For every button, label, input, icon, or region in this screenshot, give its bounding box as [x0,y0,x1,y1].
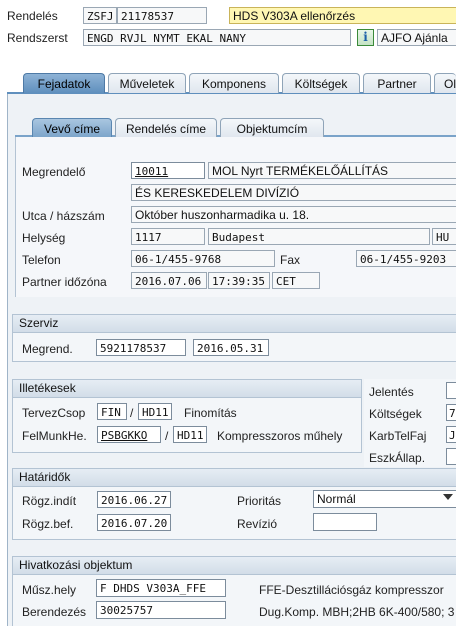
work-center-plant-input[interactable]: HD11 [173,426,207,443]
tervez-slash: / [130,406,134,420]
street-label: Utca / házszám [22,209,105,223]
tz-date-field[interactable]: 2016.07.06 [131,272,207,289]
functional-location-input[interactable]: F DHDS V303A_FFE [96,579,226,597]
hataridok-title: Határidők [13,469,456,487]
order-description-input[interactable]: HDS V303A ellenőrzés [229,7,456,24]
functional-location-desc: FFE-Desztillációsgáz kompresszor [259,583,444,597]
eszkallap-label: EszkÁllap. [369,451,426,465]
sales-order-input[interactable]: 5921178537 [96,339,186,356]
work-center-input[interactable]: PSBGKKO [97,426,161,443]
priority-dropdown[interactable]: Normál [313,490,456,508]
tab-fejadatok[interactable]: Fejadatok [23,73,105,93]
revizio-label: Revízió [237,517,278,531]
tz-zone-field[interactable]: CET [272,272,320,289]
berendezes-label: Berendezés [22,605,87,619]
rendeles-label: Rendelés [7,9,58,23]
country-field[interactable]: HU [432,228,456,245]
tab-partner[interactable]: Partner [363,73,431,93]
eszkallap-input[interactable] [446,448,456,465]
megrend-label: Megrend. [22,342,73,356]
info-icon[interactable]: i [357,29,374,46]
jelentes-label: Jelentés [369,385,414,399]
city-field[interactable]: Budapest [208,228,430,245]
fax-field[interactable]: 06-1/455-9203 [356,250,456,267]
koltsegek-input[interactable]: 7 [446,404,456,421]
street-field[interactable]: Október huszonharmadika u. 18. [131,206,456,223]
illetekesek-title: Illetékesek [13,380,361,398]
rogz-bef-label: Rögz.bef. [22,517,74,531]
sales-order-date-input[interactable]: 2016.05.31 [193,339,269,356]
karbtelfaj-input[interactable]: J [446,426,456,443]
prioritas-label: Prioritás [237,494,282,508]
koltsegek-label: Költségek [369,407,422,421]
muszhely-label: Műsz.hely [22,583,77,597]
tab-overflow[interactable]: Ol [434,73,456,93]
tab-muveletek[interactable]: Műveletek [108,73,186,93]
jelentes-input[interactable] [446,382,456,399]
phone-field[interactable]: 06-1/455-9768 [131,250,275,267]
customer-name2-field[interactable]: ÉS KERESKEDELEM DIVÍZIÓ [131,184,456,201]
start-date-input[interactable]: 2016.06.27 [97,491,171,508]
city-label: Helység [22,231,66,245]
order-number-field[interactable]: 21178537 [117,7,207,24]
user-status-field[interactable]: AJFO Ajánla [377,29,456,46]
tervezcsop-label: TervezCsop [22,406,86,420]
equipment-desc: Dug.Komp. MBH;2HB 6K-400/580; 3 [259,605,455,619]
felmunkhe-label: FelMunkHe. [22,429,87,443]
subtab-objektumcim[interactable]: Objektumcím [220,118,324,138]
postal-code-field[interactable]: 1117 [131,228,205,245]
customer-id-input[interactable]: 10011 [131,162,205,179]
tab-koltsegek[interactable]: Költségek [282,73,360,93]
work-center-desc: Kompresszoros műhely [217,429,343,443]
chevron-down-icon[interactable] [443,494,453,500]
planner-group-desc: Finomítás [184,406,237,420]
tz-time-field[interactable]: 17:39:35 [208,272,270,289]
megrendelo-label: Megrendelő [22,165,86,179]
customer-name1-field[interactable]: MOL Nyrt TERMÉKELŐÁLLÍTÁS [208,162,456,179]
order-type-field[interactable]: ZSFJ [83,7,117,24]
fax-label: Fax [280,253,301,267]
felmunk-slash: / [165,429,169,443]
revision-input[interactable] [313,513,377,531]
system-status-field[interactable]: ENGD RVJL NYMT EKAL NANY [83,29,351,46]
phone-label: Telefon [22,253,61,267]
planner-plant-input[interactable]: HD11 [138,403,172,420]
rogz-indit-label: Rögz.indít [22,494,77,508]
end-date-input[interactable]: 2016.07.20 [97,514,171,531]
planner-group-input[interactable]: FIN [97,403,127,420]
priority-value: Normál [317,492,356,506]
karbtelfaj-label: KarbTelFaj [369,429,427,443]
rendszerst-label: Rendszerst [7,31,68,45]
subtab-vevo-cime[interactable]: Vevő címe [32,118,112,138]
tab-komponens[interactable]: Komponens [189,73,279,93]
subtab-rendeles-cime[interactable]: Rendelés címe [115,118,217,138]
szerviz-title: Szerviz [13,315,456,333]
equipment-input[interactable]: 30025757 [96,601,226,619]
partner-timezone-label: Partner időzóna [22,275,107,289]
reference-object-title: Hivatkozási objektum [13,557,456,575]
